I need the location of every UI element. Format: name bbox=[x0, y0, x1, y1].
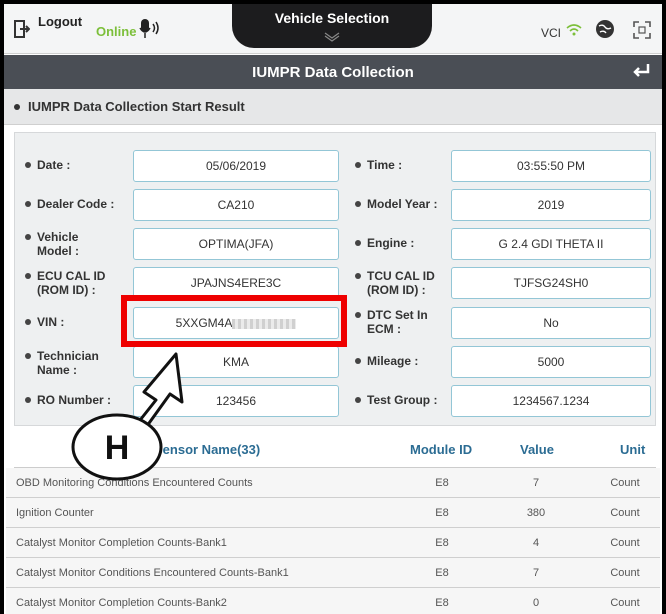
model-year-field: 2019 bbox=[451, 189, 651, 221]
title-bar: IUMPR Data Collection bbox=[4, 55, 662, 89]
section-header: IUMPR Data Collection Start Result bbox=[4, 89, 662, 125]
dtc-set-field: No bbox=[451, 307, 651, 339]
sensor-name-cell: Catalyst Monitor Completion Counts-Bank1 bbox=[16, 537, 227, 549]
sensor-name-cell: Catalyst Monitor Completion Counts-Bank2 bbox=[16, 597, 227, 609]
top-bar: Logout Online Vehicle Selection VCI bbox=[4, 4, 662, 54]
model-year-label: Model Year : bbox=[355, 197, 437, 211]
engine-field: G 2.4 GDI THETA II bbox=[451, 228, 651, 260]
mileage-label: Mileage : bbox=[355, 354, 418, 368]
value-cell: 7 bbox=[532, 477, 540, 489]
column-value[interactable]: Value bbox=[520, 442, 554, 457]
column-unit[interactable]: Unit bbox=[620, 442, 645, 457]
time-label: Time : bbox=[355, 158, 402, 172]
vci-label: VCI bbox=[541, 26, 562, 40]
bullet-icon bbox=[14, 104, 20, 110]
module-id-cell: E8 bbox=[435, 567, 449, 579]
page-title: IUMPR Data Collection bbox=[252, 64, 414, 81]
table-row[interactable]: Catalyst Monitor Completion Counts-Bank1… bbox=[6, 528, 660, 558]
test-group-label: Test Group : bbox=[355, 393, 437, 407]
app-frame: Logout Online Vehicle Selection VCI IUMP… bbox=[4, 4, 662, 614]
callout-label: H bbox=[71, 413, 163, 481]
connection-status: Online bbox=[96, 24, 137, 39]
table-row[interactable]: Ignition Counter E8 380 Count bbox=[6, 498, 660, 528]
vehicle-selection-tab[interactable]: Vehicle Selection bbox=[232, 4, 432, 48]
test-group-field: 1234567.1234 bbox=[451, 385, 651, 417]
wifi-icon bbox=[566, 24, 582, 36]
globe-icon[interactable] bbox=[594, 18, 616, 40]
unit-cell: Count bbox=[610, 537, 640, 549]
tcu-cal-id-label: TCU CAL ID (ROM ID) : bbox=[355, 269, 445, 297]
vehicle-selection-title: Vehicle Selection bbox=[274, 10, 390, 26]
section-title: IUMPR Data Collection Start Result bbox=[28, 99, 245, 114]
value-cell: 380 bbox=[526, 507, 546, 519]
vehicle-model-field: OPTIMA(JFA) bbox=[133, 228, 339, 260]
value-cell: 0 bbox=[532, 597, 540, 609]
voice-icon[interactable] bbox=[138, 16, 164, 40]
table-row[interactable]: Catalyst Monitor Completion Counts-Bank2… bbox=[6, 588, 660, 614]
value-cell: 7 bbox=[532, 567, 540, 579]
mileage-field: 5000 bbox=[451, 346, 651, 378]
date-field: 05/06/2019 bbox=[133, 150, 339, 182]
table-row[interactable]: Catalyst Monitor Conditions Encountered … bbox=[6, 558, 660, 588]
value-cell: 4 bbox=[532, 537, 540, 549]
back-icon[interactable] bbox=[630, 61, 652, 81]
fullscreen-icon[interactable] bbox=[632, 20, 652, 40]
unit-cell: Count bbox=[610, 567, 640, 579]
module-id-cell: E8 bbox=[435, 477, 449, 489]
chevron-down-icon bbox=[324, 32, 340, 42]
module-id-cell: E8 bbox=[435, 537, 449, 549]
ecu-cal-id-label: ECU CAL ID (ROM ID) : bbox=[25, 269, 125, 297]
module-id-cell: E8 bbox=[435, 507, 449, 519]
time-field: 03:55:50 PM bbox=[451, 150, 651, 182]
dealer-code-label: Dealer Code : bbox=[25, 197, 114, 211]
date-label: Date : bbox=[25, 158, 70, 172]
unit-cell: Count bbox=[610, 507, 640, 519]
module-id-cell: E8 bbox=[435, 597, 449, 609]
unit-cell: Count bbox=[610, 597, 640, 609]
sensor-name-cell: Ignition Counter bbox=[16, 507, 94, 519]
callout-letter: H bbox=[105, 429, 130, 467]
logout-button[interactable]: Logout bbox=[38, 14, 82, 29]
column-module-id[interactable]: Module ID bbox=[410, 442, 472, 457]
dealer-code-field: CA210 bbox=[133, 189, 339, 221]
dtc-set-label: DTC Set In ECM : bbox=[355, 308, 445, 336]
engine-label: Engine : bbox=[355, 236, 414, 250]
vehicle-model-label: Vehicle Model : bbox=[25, 230, 105, 258]
tcu-cal-id-field: TJFSG24SH0 bbox=[451, 267, 651, 299]
vin-label: VIN : bbox=[25, 315, 64, 329]
logout-icon[interactable] bbox=[14, 20, 30, 38]
unit-cell: Count bbox=[610, 477, 640, 489]
sensor-name-cell: Catalyst Monitor Conditions Encountered … bbox=[16, 567, 289, 579]
